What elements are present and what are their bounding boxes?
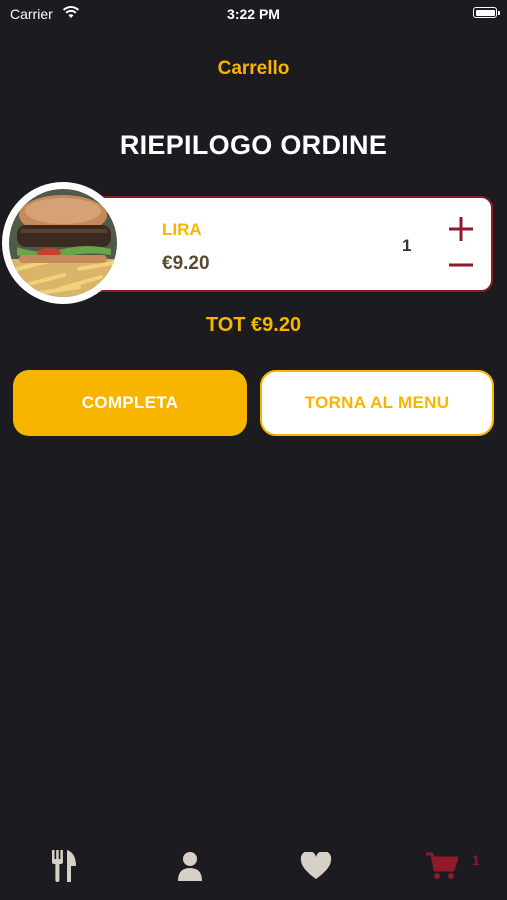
- cart-item-card: LIRA €9.20 1: [60, 196, 493, 292]
- tab-favorites[interactable]: [296, 846, 336, 886]
- battery-icon: [473, 7, 500, 18]
- heart-icon: [300, 852, 332, 879]
- item-thumbnail: [2, 182, 124, 304]
- page-title: RIEPILOGO ORDINE: [119, 130, 388, 160]
- user-icon: [178, 852, 202, 881]
- item-price: €9.20: [162, 253, 210, 274]
- clock-label: 3:22 PM: [227, 6, 280, 22]
- burger-photo: [9, 189, 117, 297]
- order-total: TOT €9.20: [205, 314, 302, 336]
- nav-title: Carrello: [217, 58, 290, 79]
- status-bar: Carrier 3:22 PM: [0, 0, 507, 28]
- cart-icon: [426, 852, 458, 879]
- complete-order-button[interactable]: COMPLETA: [13, 370, 247, 436]
- fork-knife-icon: [52, 850, 76, 882]
- cart-badge: 1: [472, 852, 480, 868]
- item-quantity: 1: [402, 236, 412, 255]
- back-to-menu-button[interactable]: TORNA AL MENU: [260, 370, 494, 436]
- tab-bar: [0, 838, 507, 900]
- tab-menu[interactable]: [44, 846, 84, 886]
- tab-profile[interactable]: [170, 846, 210, 886]
- item-name: LIRA: [162, 220, 202, 239]
- increase-quantity-button[interactable]: [448, 216, 474, 242]
- decrease-quantity-button[interactable]: [448, 252, 474, 278]
- tab-cart[interactable]: [422, 846, 462, 886]
